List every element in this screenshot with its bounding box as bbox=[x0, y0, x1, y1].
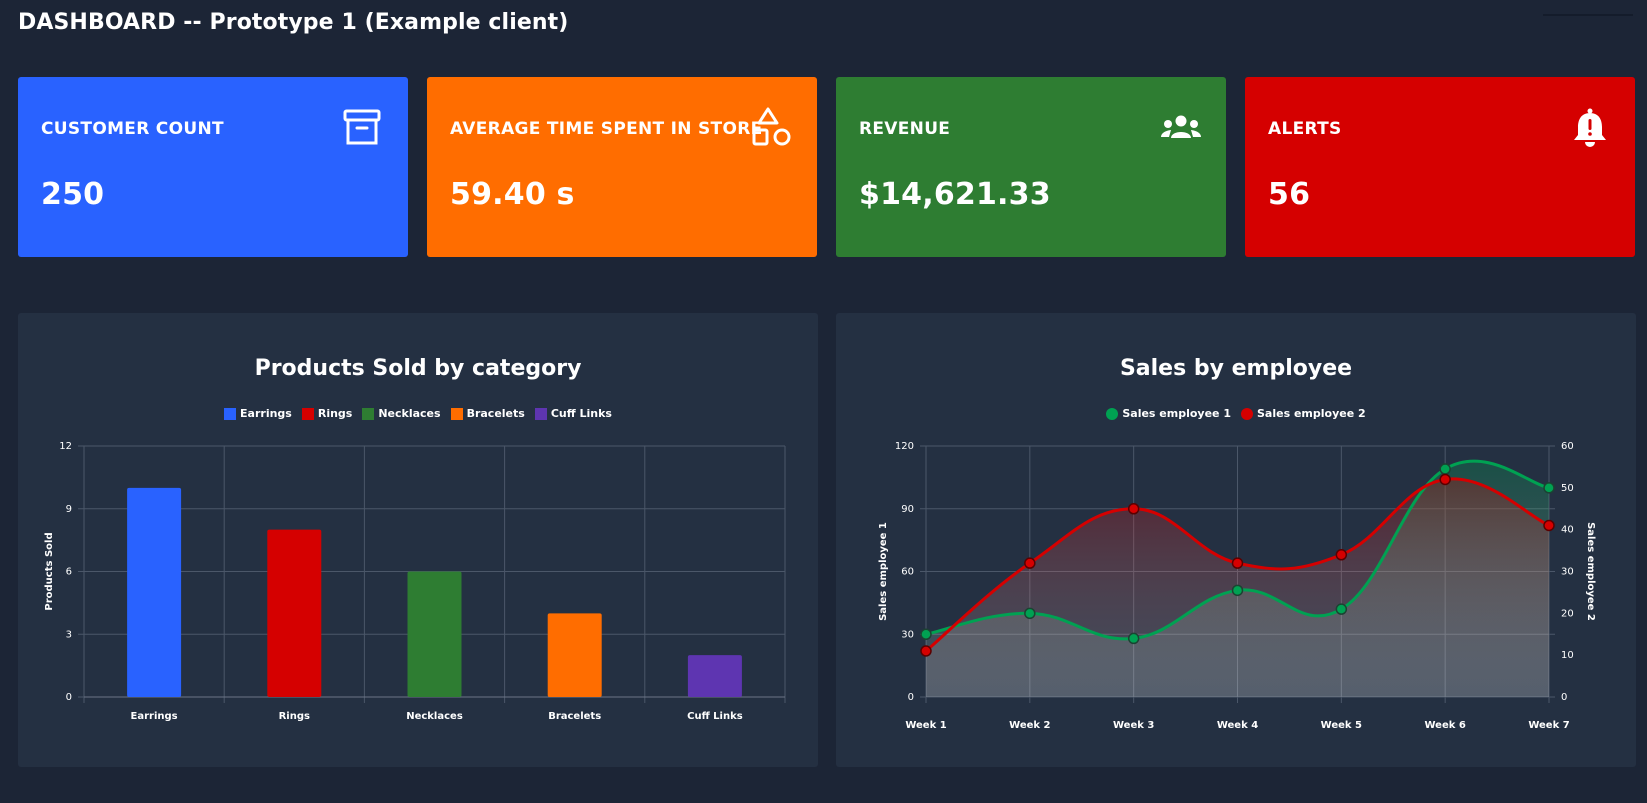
data-point bbox=[920, 645, 932, 657]
data-point bbox=[1543, 482, 1555, 494]
data-point bbox=[1439, 473, 1451, 486]
kpi-title: CUSTOMER COUNT bbox=[41, 119, 224, 139]
x-tick-label: Week 2 bbox=[1009, 720, 1050, 731]
page-title: DASHBOARD -- Prototype 1 (Example client… bbox=[18, 10, 569, 35]
kpi-value: $14,621.33 bbox=[859, 177, 1051, 212]
x-tick-label: Rings bbox=[279, 711, 310, 722]
x-tick-label: Week 3 bbox=[1113, 720, 1154, 731]
y-left-tick-label: 120 bbox=[895, 441, 914, 452]
bar-bracelets bbox=[547, 613, 602, 697]
data-point bbox=[1127, 632, 1140, 645]
y-right-tick-label: 60 bbox=[1561, 441, 1574, 452]
y-right-tick-label: 0 bbox=[1561, 692, 1567, 703]
x-tick-label: Bracelets bbox=[548, 711, 601, 722]
y-right-tick-label: 10 bbox=[1561, 650, 1574, 661]
y-right-tick-label: 40 bbox=[1561, 525, 1574, 536]
y-left-tick-label: 60 bbox=[901, 567, 914, 578]
data-point bbox=[1127, 503, 1140, 515]
y-left-tick-label: 0 bbox=[908, 692, 914, 703]
bar-earrings bbox=[127, 487, 182, 697]
kpi-title: REVENUE bbox=[859, 119, 951, 139]
kpi-value: 56 bbox=[1268, 177, 1311, 212]
bar-necklaces bbox=[407, 571, 462, 697]
data-point bbox=[920, 628, 932, 640]
data-point bbox=[1335, 603, 1348, 615]
products-sold-chart: 0 3 6 9 12 Earrings Rings Necklaces Bracelets Cuf… bbox=[44, 441, 786, 722]
y-right-tick-label: 30 bbox=[1561, 567, 1574, 578]
kpi-title: AVERAGE TIME SPENT IN STORE bbox=[450, 119, 763, 139]
kpi-card-customer-count[interactable]: CUSTOMER COUNT 250 bbox=[18, 77, 408, 257]
products-sold-panel: Products Sold by category Earrings Rings N… bbox=[18, 313, 818, 767]
x-tick-label: Earrings bbox=[131, 711, 178, 722]
data-point bbox=[1335, 549, 1348, 561]
data-point bbox=[1024, 607, 1036, 620]
x-tick-label: Week 5 bbox=[1321, 720, 1362, 731]
kpi-value: 59.40 s bbox=[450, 177, 575, 212]
y-left-axis-title: Sales employee 1 bbox=[878, 522, 889, 621]
shapes-icon bbox=[752, 107, 791, 146]
y-right-tick-label: 50 bbox=[1561, 483, 1574, 494]
y-tick-label: 12 bbox=[59, 441, 72, 452]
bar-cuff-links bbox=[687, 655, 742, 697]
y-tick-label: 3 bbox=[66, 629, 72, 640]
x-tick-label: Week 1 bbox=[905, 720, 946, 731]
y-left-tick-label: 90 bbox=[901, 504, 914, 515]
y-tick-label: 9 bbox=[66, 504, 72, 515]
data-point bbox=[1439, 463, 1451, 475]
y-right-axis-title: Sales employee 2 bbox=[1585, 522, 1596, 621]
y-axis-title: Products Sold bbox=[44, 532, 55, 610]
bar-rings bbox=[267, 529, 322, 697]
y-tick-label: 0 bbox=[66, 692, 72, 703]
x-tick-label: Cuff Links bbox=[687, 711, 743, 722]
data-point bbox=[1231, 584, 1244, 597]
sales-employee-chart: 0 30 60 90 120 0 10 20 30 40 50 60 Week 1 Week 2 Week … bbox=[878, 441, 1596, 731]
kpi-card-revenue[interactable]: REVENUE $14,621.33 bbox=[836, 77, 1226, 257]
y-right-tick-label: 20 bbox=[1561, 608, 1574, 619]
x-tick-label: Week 7 bbox=[1528, 720, 1569, 731]
kpi-card-average-time[interactable]: AVERAGE TIME SPENT IN STORE 59.40 s bbox=[427, 77, 817, 257]
data-point bbox=[1231, 557, 1244, 569]
y-left-tick-label: 30 bbox=[901, 629, 914, 640]
sales-employee-panel: Sales by employee Sales employee 1 Sales … bbox=[836, 313, 1636, 767]
archive-icon bbox=[343, 109, 381, 145]
kpi-title: ALERTS bbox=[1268, 119, 1342, 139]
kpi-value: 250 bbox=[41, 177, 105, 212]
x-tick-label: Necklaces bbox=[406, 711, 463, 722]
data-point bbox=[1543, 519, 1555, 532]
header-divider bbox=[1543, 14, 1633, 16]
data-point bbox=[1024, 557, 1036, 569]
y-tick-label: 6 bbox=[66, 567, 72, 578]
bell-alert-icon bbox=[1574, 108, 1606, 147]
users-icon bbox=[1161, 115, 1201, 138]
x-tick-label: Week 4 bbox=[1217, 720, 1258, 731]
kpi-card-alerts[interactable]: ALERTS 56 bbox=[1245, 77, 1635, 257]
x-tick-label: Week 6 bbox=[1425, 720, 1466, 731]
